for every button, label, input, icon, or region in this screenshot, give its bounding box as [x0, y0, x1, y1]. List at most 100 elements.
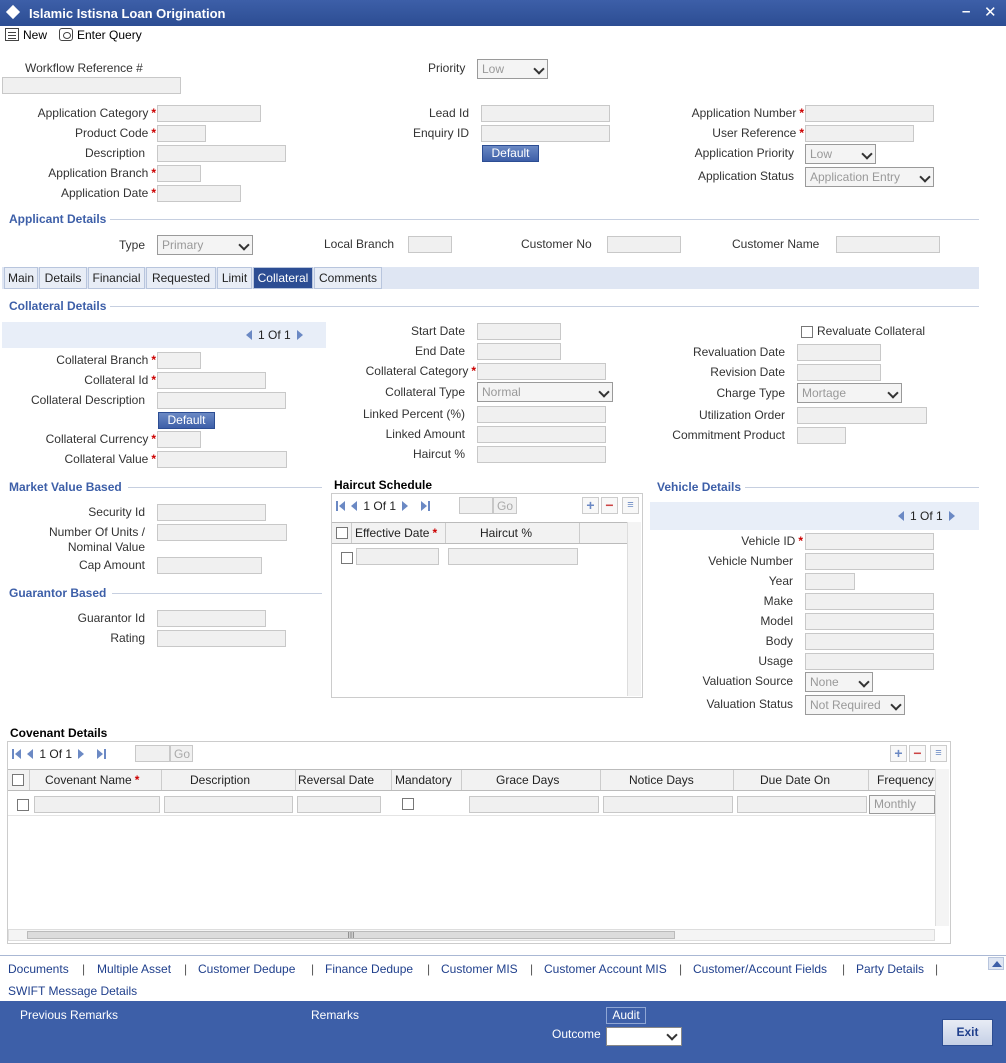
app-branch-input[interactable] [157, 165, 201, 182]
covenant-desc-input[interactable] [164, 796, 293, 813]
customer-name-input[interactable] [836, 236, 940, 253]
prev-icon[interactable] [246, 330, 252, 340]
link-customer-account-fields[interactable]: Customer/Account Fields [693, 962, 827, 976]
customer-no-input[interactable] [607, 236, 681, 253]
app-category-input[interactable] [157, 105, 261, 122]
link-customer-account-mis[interactable]: Customer Account MIS [544, 962, 667, 976]
workflow-ref-input[interactable] [2, 77, 181, 94]
row-checkbox[interactable] [17, 799, 29, 811]
coll-branch-input[interactable] [157, 352, 201, 369]
utilization-order-input[interactable] [797, 407, 927, 424]
usage-input[interactable] [805, 653, 934, 670]
coll-currency-input[interactable] [157, 431, 201, 448]
revision-date-input[interactable] [797, 364, 881, 381]
enter-query-button[interactable]: Enter Query [59, 28, 142, 42]
list-view-icon[interactable]: ≡ [622, 497, 639, 514]
haircut-vscrollbar[interactable] [627, 522, 641, 696]
last-icon[interactable] [421, 501, 428, 511]
prev-icon[interactable] [898, 511, 904, 521]
select-all-checkbox[interactable] [12, 774, 24, 786]
rating-input[interactable] [157, 630, 286, 647]
new-button[interactable]: New [5, 28, 47, 42]
due-date-on-input[interactable] [737, 796, 867, 813]
tab-limit[interactable]: Limit [217, 267, 252, 289]
default-button[interactable]: Default [482, 145, 539, 162]
link-party-details[interactable]: Party Details [856, 962, 924, 976]
link-customer-dedupe[interactable]: Customer Dedupe [198, 962, 295, 976]
reversal-date-input[interactable] [297, 796, 381, 813]
body-input[interactable] [805, 633, 934, 650]
last-icon[interactable] [97, 749, 104, 759]
app-number-input[interactable] [805, 105, 934, 122]
description-input[interactable] [157, 145, 286, 162]
coll-category-input[interactable] [477, 363, 606, 380]
cap-amount-input[interactable] [157, 557, 262, 574]
haircut-pct-input[interactable] [448, 548, 578, 565]
tab-requested[interactable]: Requested [146, 267, 216, 289]
prev-icon[interactable] [351, 501, 358, 511]
effective-date-input[interactable] [356, 548, 439, 565]
list-view-icon[interactable]: ≡ [930, 745, 947, 762]
link-finance-dedupe[interactable]: Finance Dedupe [325, 962, 413, 976]
mandatory-checkbox[interactable] [402, 798, 414, 810]
minimize-button[interactable]: – [962, 3, 970, 20]
tab-collateral[interactable]: Collateral [253, 267, 313, 289]
tab-financial[interactable]: Financial [88, 267, 145, 289]
audit-button[interactable]: Audit [606, 1007, 646, 1024]
charge-type-select[interactable]: Mortage [797, 383, 902, 403]
haircut-go-button[interactable]: Go [493, 497, 517, 514]
delete-row-icon[interactable]: − [601, 497, 618, 514]
security-id-input[interactable] [157, 504, 266, 521]
local-branch-input[interactable] [408, 236, 452, 253]
grace-days-input[interactable] [469, 796, 599, 813]
app-status-select[interactable]: Application Entry [805, 167, 934, 187]
year-input[interactable] [805, 573, 855, 590]
haircut-input[interactable] [477, 446, 606, 463]
first-page-icon[interactable] [336, 501, 338, 511]
coll-type-select[interactable]: Normal [477, 382, 613, 402]
guarantor-id-input[interactable] [157, 610, 266, 627]
lead-id-input[interactable] [481, 105, 610, 122]
revaluation-date-input[interactable] [797, 344, 881, 361]
haircut-page-input[interactable] [459, 497, 493, 514]
outcome-select[interactable] [606, 1027, 682, 1046]
covenant-page-input[interactable] [135, 745, 170, 762]
make-input[interactable] [805, 593, 934, 610]
coll-default-button[interactable]: Default [158, 412, 215, 429]
tab-comments[interactable]: Comments [314, 267, 382, 289]
model-input[interactable] [805, 613, 934, 630]
link-customer-mis[interactable]: Customer MIS [441, 962, 518, 976]
vehicle-id-input[interactable] [805, 533, 934, 550]
collapse-links-button[interactable] [988, 957, 1004, 970]
linked-amount-input[interactable] [477, 426, 606, 443]
coll-id-input[interactable] [157, 372, 266, 389]
prev-icon[interactable] [27, 749, 34, 759]
link-documents[interactable]: Documents [8, 962, 69, 976]
add-row-icon[interactable]: + [582, 497, 599, 514]
select-all-checkbox[interactable] [336, 527, 348, 539]
row-checkbox[interactable] [341, 552, 353, 564]
first-icon[interactable] [339, 501, 345, 511]
valuation-status-select[interactable]: Not Required [805, 695, 905, 715]
units-input[interactable] [157, 524, 287, 541]
first-page-icon[interactable] [12, 749, 14, 759]
first-icon[interactable] [15, 749, 21, 759]
enquiry-id-input[interactable] [481, 125, 610, 142]
next-icon[interactable] [402, 501, 409, 511]
user-ref-input[interactable] [805, 125, 914, 142]
coll-value-input[interactable] [157, 451, 287, 468]
close-button[interactable]: ✕ [984, 3, 997, 21]
add-row-icon[interactable]: + [890, 745, 907, 762]
app-date-input[interactable] [157, 185, 241, 202]
link-swift-message-details[interactable]: SWIFT Message Details [8, 984, 137, 998]
applicant-type-select[interactable]: Primary [157, 235, 253, 255]
last-page-icon[interactable] [428, 501, 431, 511]
exit-button[interactable]: Exit [942, 1019, 993, 1046]
product-code-input[interactable] [157, 125, 206, 142]
linked-percent-input[interactable] [477, 406, 606, 423]
hscroll-thumb[interactable]: III [27, 931, 675, 940]
covenant-hscrollbar[interactable]: III [8, 929, 935, 941]
last-page-icon[interactable] [104, 749, 107, 759]
revaluate-checkbox[interactable] [801, 326, 813, 338]
app-priority-select[interactable]: Low [805, 144, 876, 164]
